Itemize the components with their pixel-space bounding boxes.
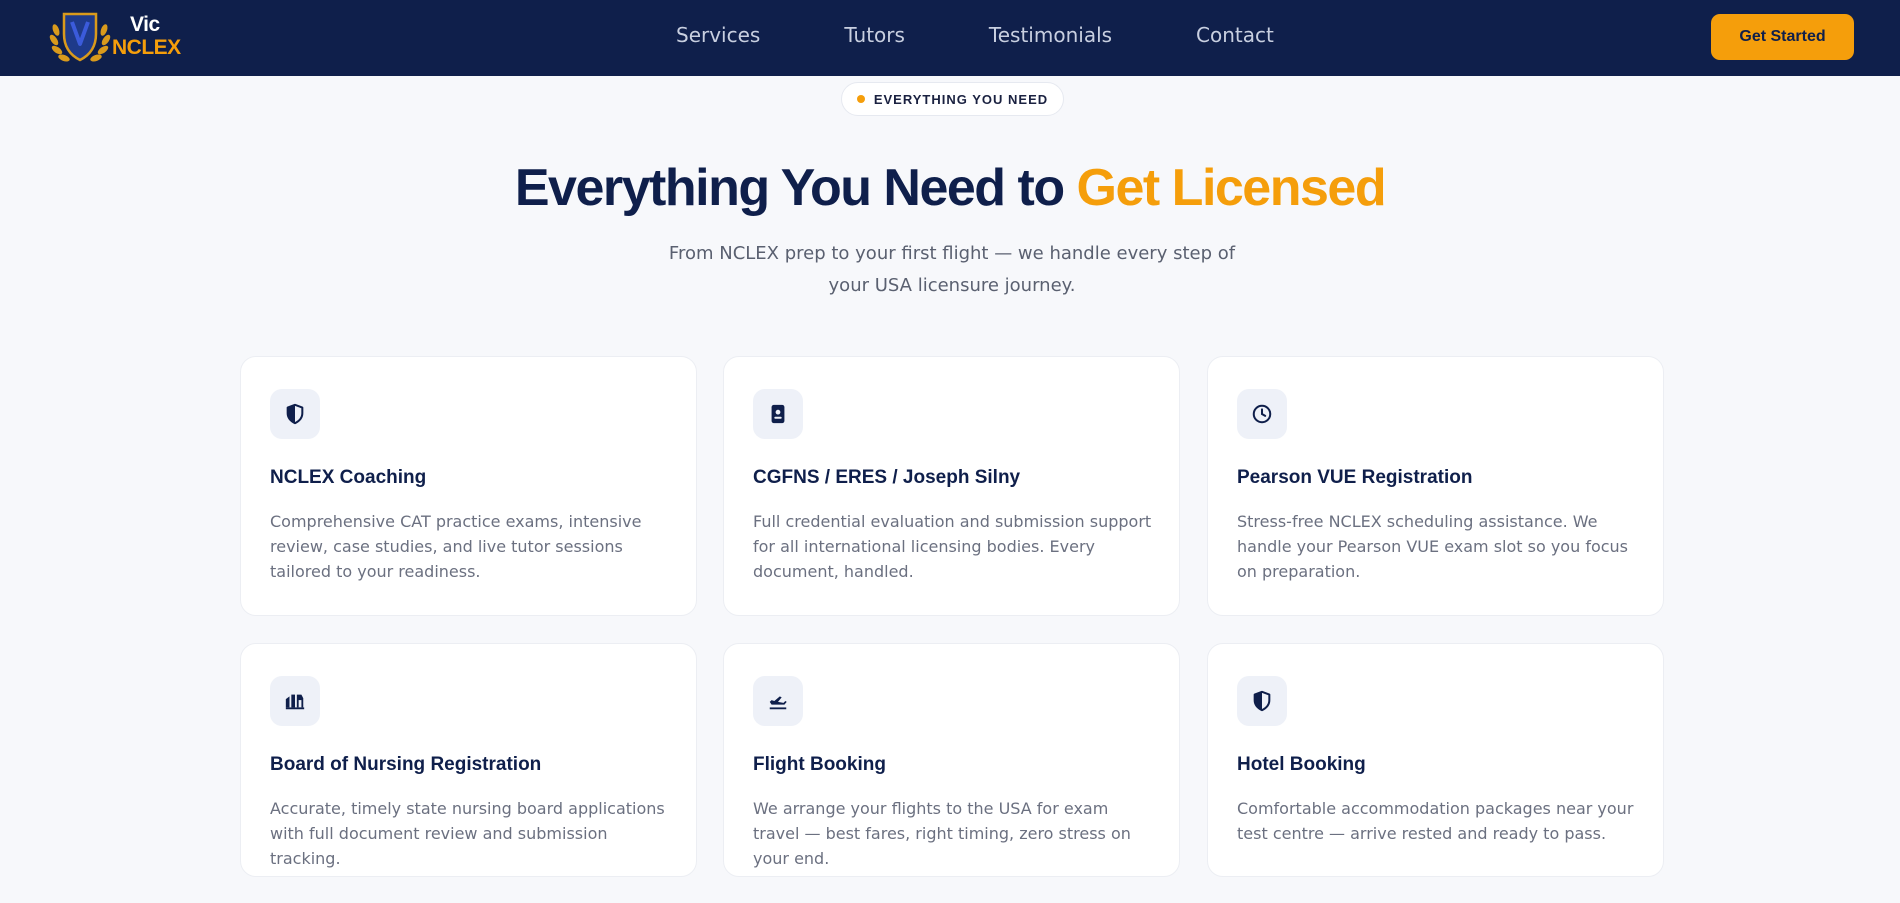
card-title: Flight Booking <box>753 754 886 775</box>
card-title: Pearson VUE Registration <box>1237 467 1473 488</box>
card-description: Accurate, timely state nursing board app… <box>270 799 665 868</box>
title-main: Everything You Need to <box>514 159 1077 217</box>
card-icon-box <box>270 389 320 439</box>
card-icon-box <box>1237 389 1287 439</box>
nav-link-testimonials[interactable]: Testimonials <box>989 23 1112 47</box>
shield-icon <box>286 403 304 425</box>
service-card-flight-booking[interactable]: Flight Booking We arrange your flights t… <box>723 643 1180 877</box>
shield-icon <box>1253 690 1271 712</box>
page-subtitle: From NCLEX prep to your first flight — w… <box>668 243 1236 296</box>
service-card-pearson-vue[interactable]: Pearson VUE Registration Stress-free NCL… <box>1207 356 1664 616</box>
card-icon-box <box>1237 676 1287 726</box>
card-title: Board of Nursing Registration <box>270 754 542 775</box>
brand-logo[interactable]: Vic NCLEX <box>48 8 188 68</box>
card-title: Hotel Booking <box>1237 754 1366 775</box>
clock-icon <box>1252 404 1272 424</box>
brand-wordmark: Vic NCLEX <box>112 14 181 58</box>
get-started-button[interactable]: Get Started <box>1711 14 1854 60</box>
service-card-credential-evaluation[interactable]: CGFNS / ERES / Joseph Silny Full credent… <box>723 356 1180 616</box>
page-title: Everything You Need to Get Licensed <box>0 158 1900 218</box>
main-nav: Services Tutors Testimonials Contact <box>676 23 1274 47</box>
card-icon-box <box>753 676 803 726</box>
card-description: We arrange your flights to the USA for e… <box>753 799 1131 868</box>
laurel-shield-icon <box>49 12 111 62</box>
card-description: Comprehensive CAT practice exams, intens… <box>270 512 642 581</box>
nav-link-tutors[interactable]: Tutors <box>844 23 905 47</box>
service-card-nclex-coaching[interactable]: NCLEX Coaching Comprehensive CAT practic… <box>240 356 697 616</box>
card-title: NCLEX Coaching <box>270 467 427 488</box>
card-icon-box <box>753 389 803 439</box>
nav-link-contact[interactable]: Contact <box>1196 23 1274 47</box>
building-icon <box>285 694 305 710</box>
nav-link-services[interactable]: Services <box>676 23 760 47</box>
card-title: CGFNS / ERES / Joseph Silny <box>753 467 1021 488</box>
brand-line2: NCLEX <box>112 36 181 59</box>
section-badge: EVERYTHING YOU NEED <box>841 82 1064 116</box>
card-icon-box <box>270 676 320 726</box>
card-description: Stress-free NCLEX scheduling assistance.… <box>1237 512 1629 581</box>
brand-line1: Vic <box>130 13 160 36</box>
badge-dot-icon <box>856 95 865 103</box>
card-description: Full credential evaluation and submissio… <box>753 512 1152 581</box>
service-card-hotel-booking[interactable]: Hotel Booking Comfortable accommodation … <box>1207 643 1664 877</box>
badge-icon <box>771 404 785 424</box>
card-description: Comfortable accommodation packages near … <box>1237 799 1634 843</box>
badge-label: EVERYTHING YOU NEED <box>873 91 1049 107</box>
title-accent: Get Licensed <box>1076 159 1387 217</box>
plane-icon <box>769 696 787 710</box>
top-navbar: Vic NCLEX Services Tutors Testimonials C… <box>0 0 1900 76</box>
service-card-board-of-nursing[interactable]: Board of Nursing Registration Accurate, … <box>240 643 697 877</box>
